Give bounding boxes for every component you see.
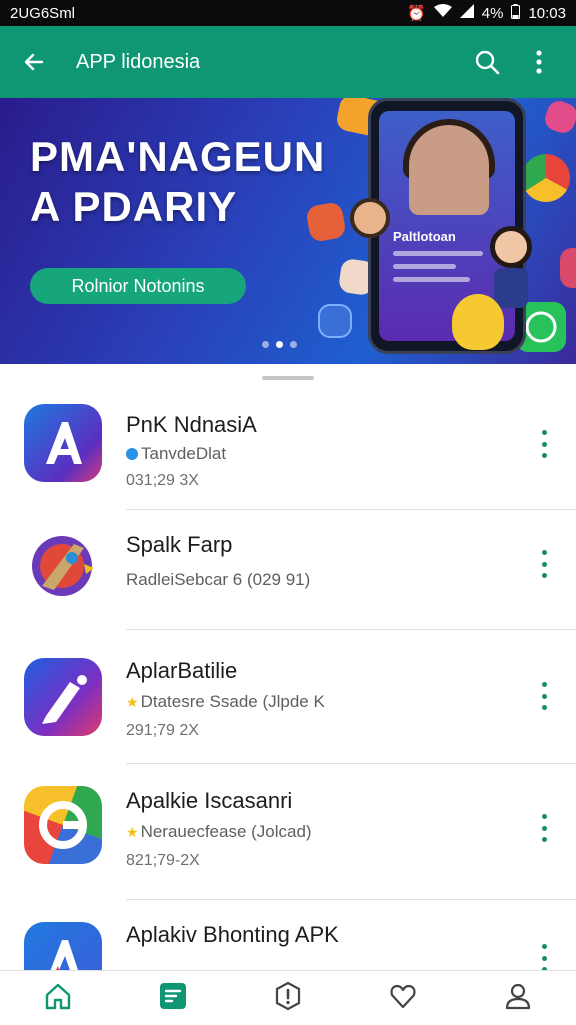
carousel-dot[interactable] (290, 341, 297, 348)
cartoon-character (490, 226, 532, 268)
nav-home[interactable] (33, 975, 83, 1021)
info-icon (273, 981, 303, 1016)
banner-cta-button[interactable]: Rolnior Notonins (30, 268, 246, 304)
list-item[interactable]: Spalk Farp RadleiSebcar 6 (029 91) (0, 512, 576, 630)
wifi-icon (433, 4, 452, 22)
decor-tile (560, 248, 576, 288)
banner-headline-line2: A PDARIY (30, 183, 238, 230)
overflow-menu-icon[interactable] (524, 47, 554, 77)
status-bar: 2UG6Sml ⏰ 4% 10:03 (0, 0, 576, 26)
divider (126, 509, 576, 510)
battery-percent: 4% (481, 4, 504, 22)
more-options-icon[interactable] (536, 682, 552, 710)
app-subtitle-text: TanvdeDlat (141, 444, 227, 463)
carousel-dot[interactable] (262, 341, 269, 348)
person-face (409, 125, 489, 215)
apps-icon (158, 981, 188, 1016)
carousel-dots[interactable] (262, 341, 297, 348)
decor-tile (541, 98, 576, 137)
home-icon (43, 981, 73, 1016)
banner-headline: PMA'NAGEUN A PDARIY (30, 132, 325, 232)
more-options-icon[interactable] (536, 550, 552, 578)
back-arrow-icon[interactable] (22, 50, 46, 74)
carrier-label: 2UG6Sml (10, 4, 76, 22)
list-item[interactable]: AplarBatilie ★ Dtatesre Ssade (Jlpde K 29… (0, 630, 576, 764)
battery-icon (511, 3, 521, 23)
profile-icon (503, 981, 533, 1016)
app-subtitle: ★ Nerauecfease (Jolcad) (126, 822, 312, 842)
letter-a-app-icon (24, 404, 102, 482)
google-g-app-icon (24, 786, 102, 864)
bottom-navigation (0, 970, 576, 1025)
app-subtitle-text: Nerauecfease (Jolcad) (140, 822, 312, 841)
nav-apps[interactable] (148, 975, 198, 1021)
decor-tile (318, 304, 352, 338)
carousel-dot-active[interactable] (276, 341, 283, 348)
clock: 10:03 (528, 4, 566, 22)
signal-icon (459, 4, 474, 22)
status-icons: ⏰ 4% 10:03 (407, 3, 566, 23)
app-name: Apalkie Iscasanri (126, 788, 293, 813)
nav-info[interactable] (263, 975, 313, 1021)
app-subtitle: ★ Dtatesre Ssade (Jlpde K (126, 692, 325, 712)
nav-profile[interactable] (493, 975, 543, 1021)
drag-handle[interactable] (262, 376, 314, 380)
verified-dot-icon (126, 448, 138, 460)
app-bar: APP lidonesia (0, 26, 576, 98)
app-subtitle: TanvdeDlat (126, 444, 226, 464)
cartoon-character (350, 198, 390, 238)
list-item[interactable]: Apalkie Iscasanri ★ Nerauecfease (Jolcad)… (0, 764, 576, 900)
more-options-icon[interactable] (536, 430, 552, 458)
app-name: Spalk Farp (126, 532, 233, 557)
phone-caption: Paltlotoan (393, 229, 456, 244)
app-meta: 031;29 3X (126, 472, 199, 489)
banner-headline-line1: PMA'NAGEUN (30, 133, 326, 180)
nav-favorites[interactable] (378, 975, 428, 1021)
app-name: PnK NdnasiA (126, 412, 257, 437)
page-title: APP lidonesia (76, 50, 201, 73)
app-meta: 291;79 2X (126, 722, 199, 739)
search-icon[interactable] (472, 47, 502, 77)
list-item[interactable]: Aplakiv Bhonting APK (0, 900, 576, 982)
cartoon-character (494, 268, 528, 308)
pencil-app-icon (24, 658, 102, 736)
more-options-icon[interactable] (536, 814, 552, 842)
star-icon: ★ (126, 694, 139, 710)
phone-text-lines (393, 251, 483, 290)
chrome-icon (522, 154, 570, 202)
app-subtitle-text: Dtatesre Ssade (Jlpde K (140, 692, 325, 711)
app-name: AplarBatilie (126, 658, 238, 683)
more-options-icon[interactable] (536, 944, 552, 972)
cartoon-character (452, 294, 504, 350)
alarm-icon: ⏰ (407, 5, 426, 22)
app-meta: 821;79-2X (126, 852, 200, 869)
star-icon: ★ (126, 824, 139, 840)
list-item[interactable]: PnK NdnasiA TanvdeDlat 031;29 3X (0, 392, 576, 510)
rocket-app-icon (24, 524, 102, 602)
app-name: Aplakiv Bhonting APK (126, 922, 339, 947)
promo-banner[interactable]: Paltlotoan PMA'NAGEUN A PDARIY Rolnior N… (0, 98, 576, 364)
app-subtitle: RadleiSebcar 6 (029 91) (126, 570, 311, 589)
heart-icon (388, 981, 418, 1016)
